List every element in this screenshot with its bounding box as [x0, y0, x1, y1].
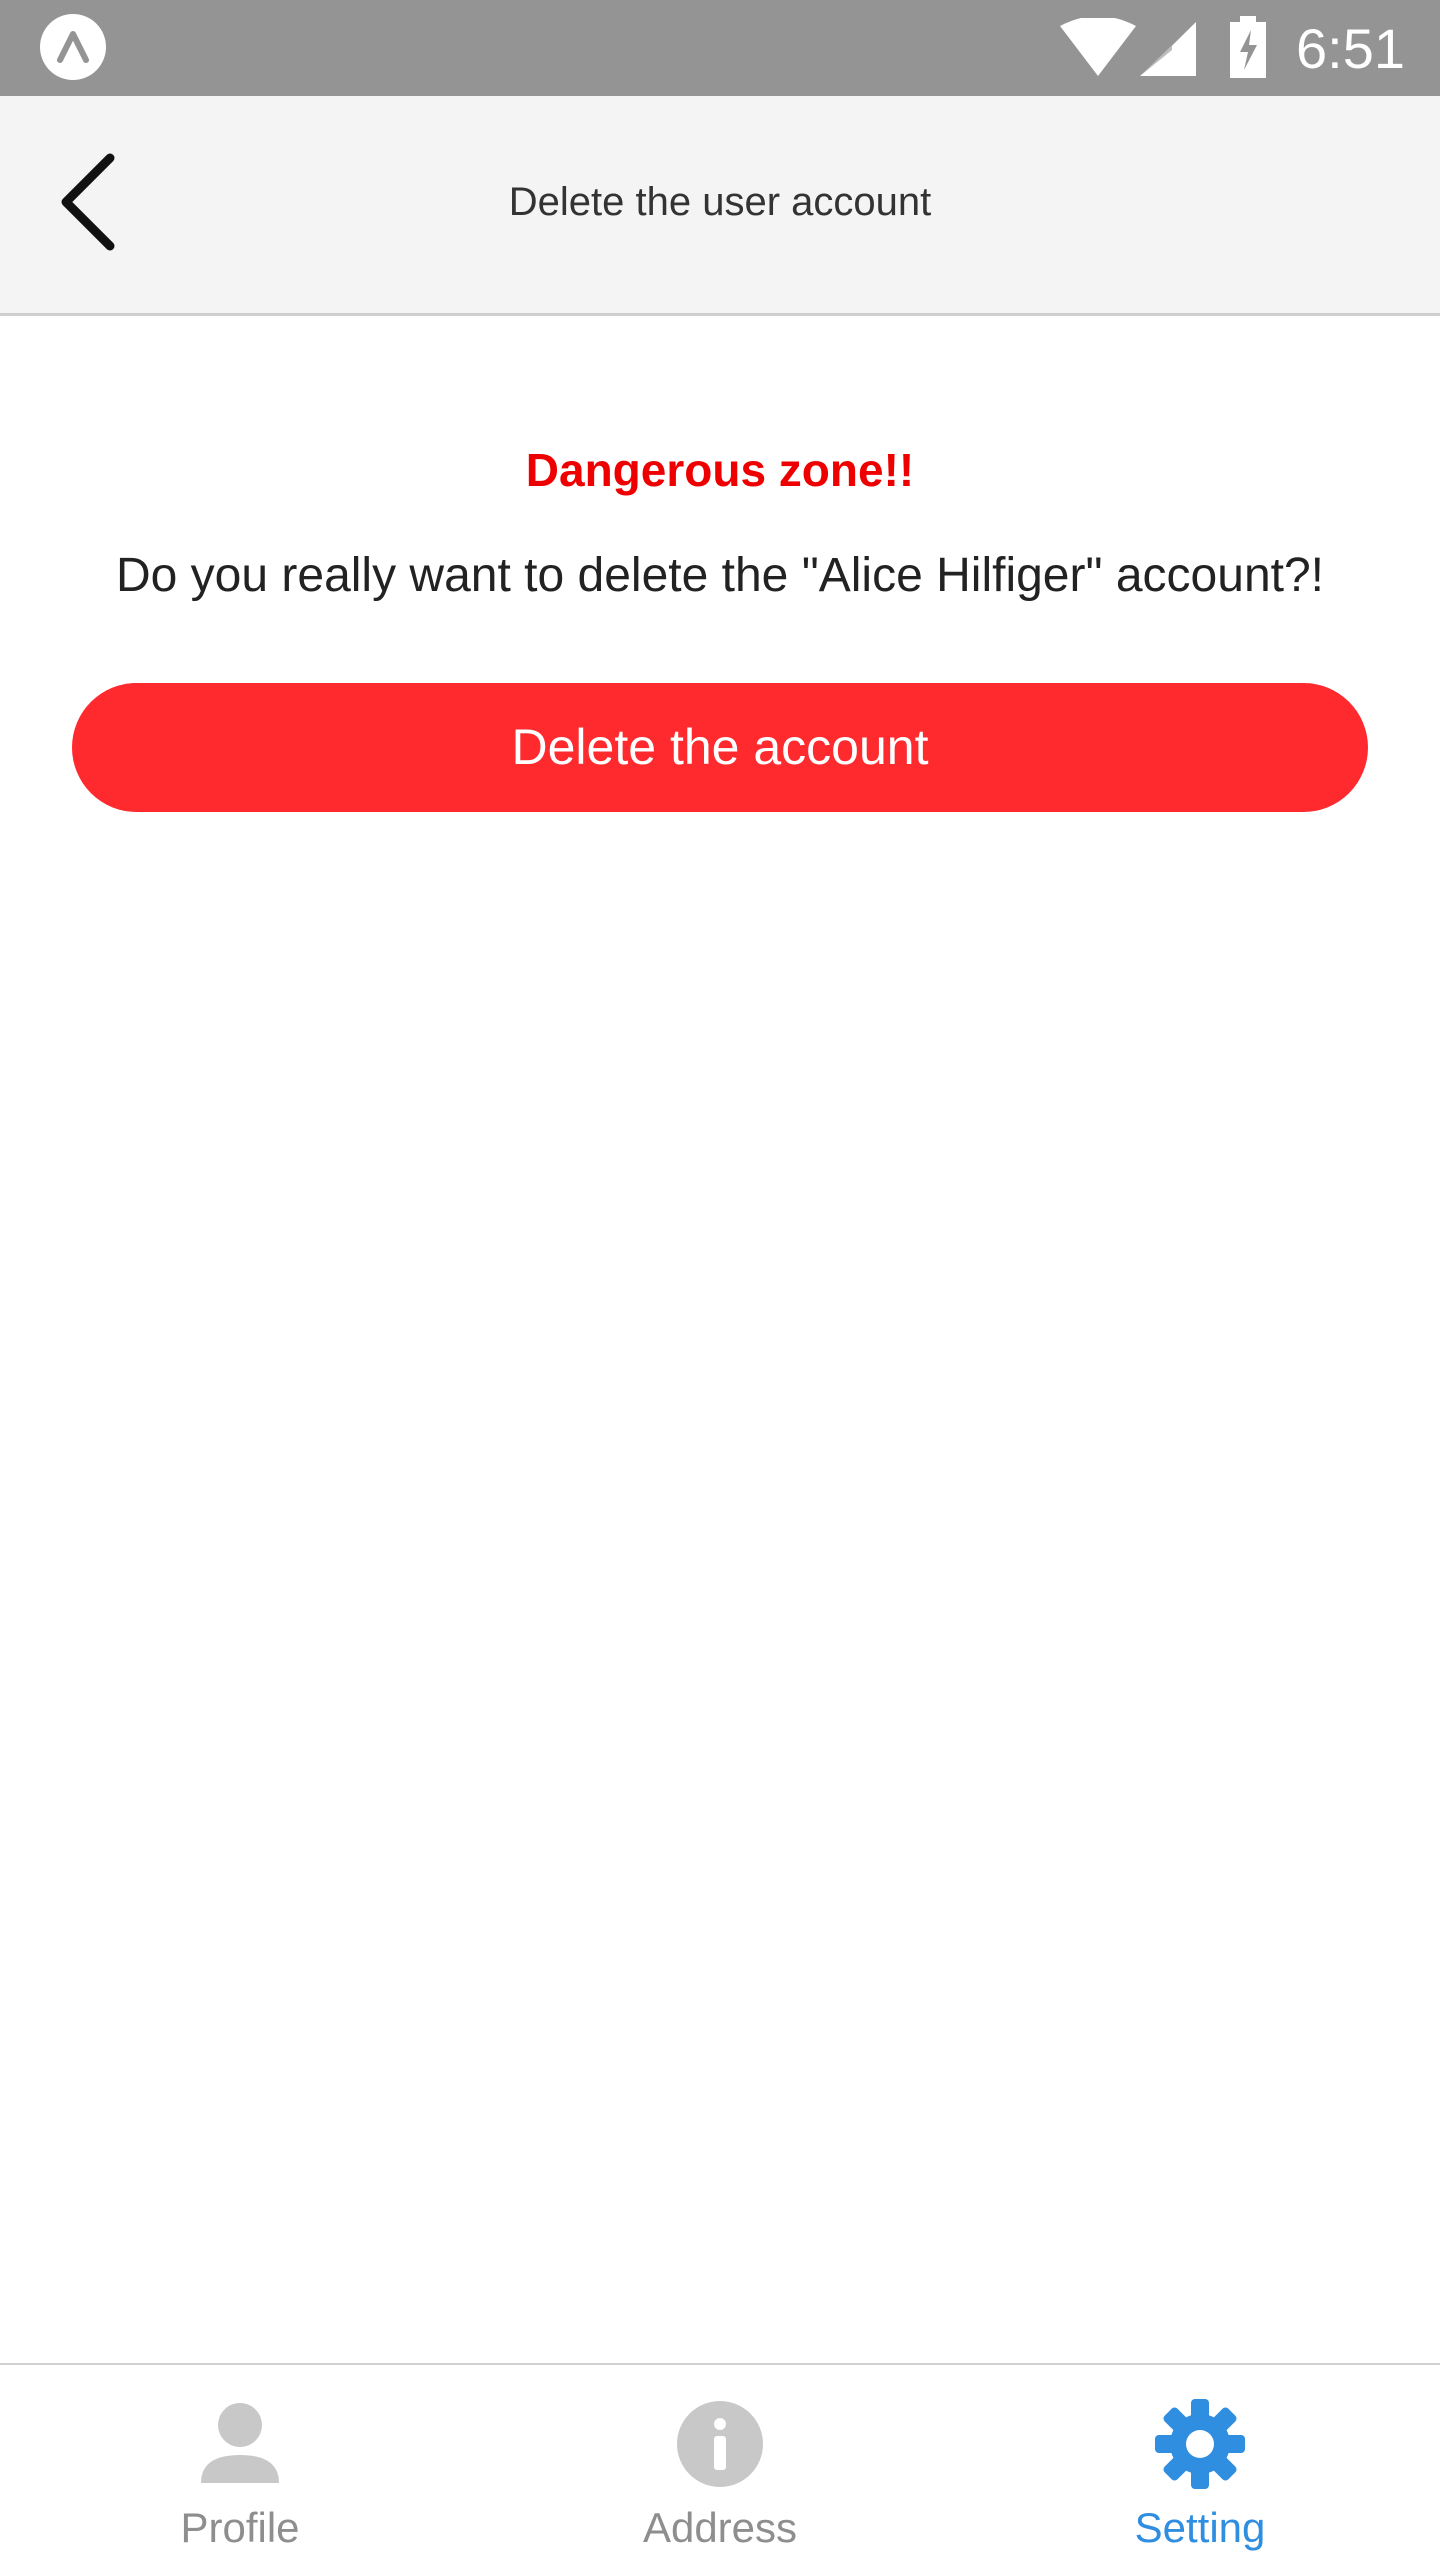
- app-icon: [40, 14, 106, 80]
- confirm-delete-text: Do you really want to delete the "Alice …: [115, 549, 1325, 602]
- header: Delete the user account: [0, 96, 1440, 316]
- tab-profile-label: Profile: [180, 2504, 300, 2551]
- tab-address-label: Address: [642, 2504, 798, 2551]
- tab-address[interactable]: Address: [480, 2365, 960, 2560]
- tab-profile[interactable]: Profile: [0, 2365, 480, 2560]
- signal-icon: [1140, 22, 1196, 76]
- gear-icon: [1155, 2399, 1245, 2489]
- danger-zone-title: Dangerous zone!!: [525, 444, 915, 496]
- wifi-icon: [1060, 18, 1136, 76]
- delete-account-button[interactable]: Delete the account: [72, 683, 1368, 812]
- bottom-nav: Profile Address Setting: [0, 2363, 1440, 2560]
- status-time: 6:51: [1296, 17, 1405, 80]
- info-icon: [677, 2401, 763, 2487]
- screen: 6:51 Delete the user account Dangerous z…: [0, 0, 1440, 2560]
- tab-setting[interactable]: Setting: [960, 2365, 1440, 2560]
- page-title: Delete the user account: [508, 180, 932, 224]
- tab-setting-label: Setting: [1134, 2504, 1266, 2551]
- status-bar: 6:51: [0, 0, 1440, 96]
- person-icon: [201, 2403, 279, 2483]
- battery-charging-icon: [1230, 16, 1266, 78]
